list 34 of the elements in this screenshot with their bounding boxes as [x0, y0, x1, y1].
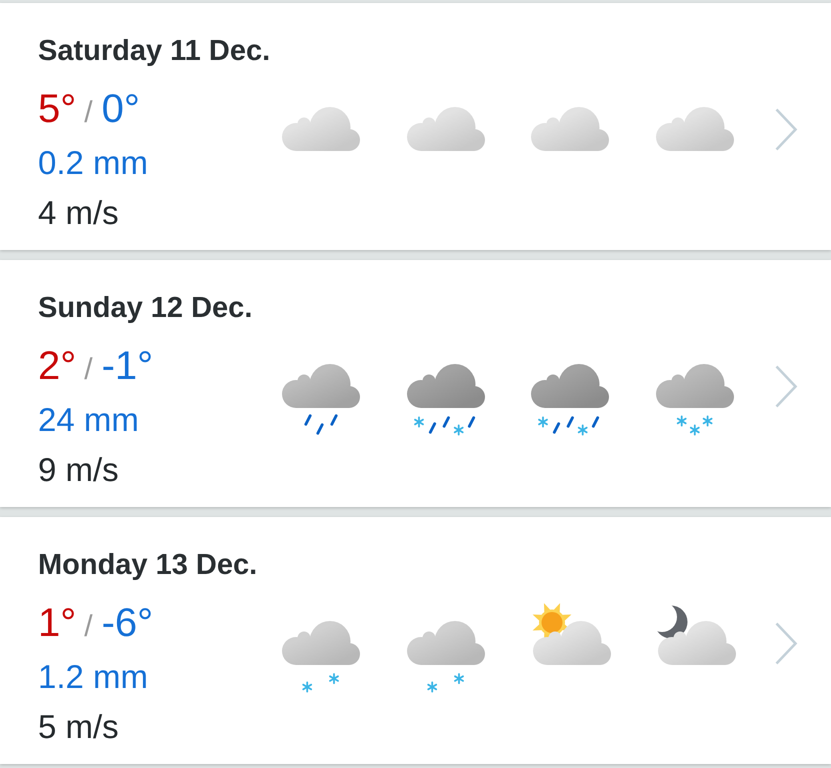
high-temperature: 1° [38, 600, 76, 646]
day-card[interactable]: Saturday 11 Dec. 5° / 0° 0.2 mm 4 m/s [0, 3, 831, 250]
temperature-separator: / [84, 352, 93, 388]
rain-snow-cloud-icon [406, 364, 485, 435]
wind-speed: 5 m/s [38, 707, 119, 747]
date-title: Saturday 11 Dec. [38, 34, 270, 69]
snow-cloud-icon [656, 364, 734, 435]
temperature-separator: / [84, 95, 93, 131]
day-card[interactable]: Monday 13 Dec. 1° / -6° 1.2 mm 5 m/s [0, 517, 831, 764]
snow-cloud-icon [282, 621, 360, 692]
chevron-right-icon[interactable] [775, 108, 797, 150]
cloud-icon [656, 107, 734, 151]
wind-speed: 9 m/s [38, 450, 119, 490]
low-temperature: -1° [102, 343, 154, 389]
rain-snow-cloud-icon [531, 364, 610, 435]
precipitation-amount: 24 mm [38, 400, 139, 440]
low-temperature: 0° [102, 86, 140, 132]
chevron-right-icon[interactable] [775, 622, 797, 664]
snow-cloud-icon [406, 621, 485, 692]
precipitation-amount: 1.2 mm [38, 657, 148, 697]
day-card[interactable]: Sunday 12 Dec. 2° / -1° 24 mm 9 m/s [0, 260, 831, 507]
date-title: Sunday 12 Dec. [38, 291, 252, 326]
chevron-right-icon[interactable] [775, 364, 797, 408]
cloud-icon [406, 107, 485, 151]
wind-speed: 4 m/s [38, 193, 119, 233]
cloud-icon [282, 107, 360, 151]
rain-cloud-icon [282, 364, 360, 435]
cloud-icon [531, 107, 610, 151]
temperature-separator: / [84, 609, 93, 645]
date-title: Monday 13 Dec. [38, 548, 258, 583]
high-temperature: 2° [38, 343, 76, 389]
high-temperature: 5° [38, 86, 76, 132]
low-temperature: -6° [102, 600, 154, 646]
precipitation-amount: 0.2 mm [38, 143, 148, 183]
